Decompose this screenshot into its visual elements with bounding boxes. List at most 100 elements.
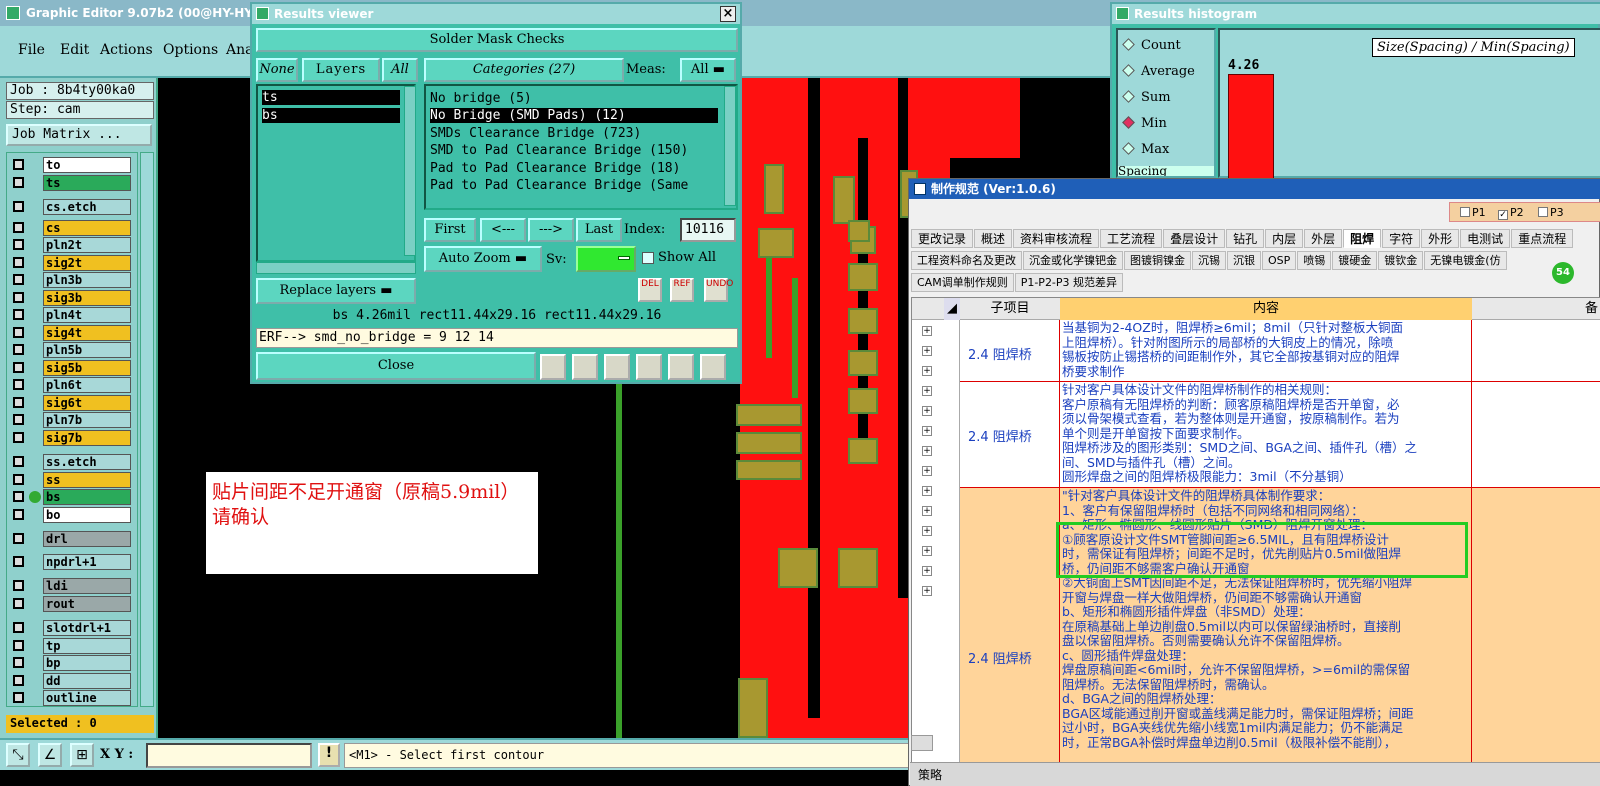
layer-checkbox[interactable] [13,597,24,609]
tab-overview[interactable]: 概述 [974,229,1013,248]
layer-name[interactable]: ldi [43,578,131,594]
layer-name[interactable]: ts [43,174,131,191]
layer-list-scrollbar[interactable] [140,152,154,707]
layer-checkbox[interactable] [13,274,24,285]
category-list[interactable]: No bridge (5) No Bridge (SMD Pads) (12) … [424,84,738,210]
layers-button[interactable]: Layers [302,58,380,82]
category-item[interactable]: No bridge (5) [430,91,532,106]
tab-cam-rules[interactable]: CAM调单制作规则 [911,273,1014,292]
expand-icon[interactable]: + [922,386,932,396]
tab-naming[interactable]: 工程资料命名及更改 [911,251,1022,270]
layer-name[interactable]: cs.etch [43,199,131,215]
menu-file[interactable]: File [18,42,45,58]
expand-icon[interactable]: + [922,526,932,536]
layer-checkbox[interactable] [13,309,24,320]
layer-name[interactable]: pln2t [43,237,131,253]
layer-checkbox[interactable] [13,201,24,212]
first-button[interactable]: First [424,218,476,242]
layer-row-ts[interactable]: ts [11,174,133,191]
expand-icon[interactable]: + [922,586,932,596]
layer-checkbox[interactable] [13,344,24,355]
layer-checkbox[interactable] [13,239,24,250]
replace-layers-dropdown[interactable]: Replace layers ▬ [256,278,416,304]
prev-button[interactable]: <--- [480,218,526,242]
layer-result-item[interactable]: bs [262,108,400,123]
layer-row-dd[interactable]: dd [11,672,133,689]
option-min[interactable]: Min [1122,116,1167,131]
report-icon[interactable] [572,354,598,380]
layer-checkbox[interactable] [13,396,24,408]
layer-checkbox[interactable] [13,414,24,425]
p3-checkbox[interactable]: P3 [1538,206,1564,219]
tab-process-flow[interactable]: 工艺流程 [1100,229,1163,248]
layer-checkbox[interactable] [13,431,24,443]
exclude-icon[interactable] [604,354,630,380]
tab-gold-alloy[interactable]: 镀钦金 [1378,251,1424,270]
layer-checkbox[interactable] [13,533,24,544]
show-all-checkbox[interactable] [642,252,654,264]
expand-icon[interactable]: + [922,546,932,556]
layer-name[interactable]: slotdrl+1 [43,620,131,636]
layer-row-drl[interactable]: drl [11,531,133,547]
layer-name[interactable]: pln3b [43,272,131,288]
layer-row-bp[interactable]: bp [11,655,133,671]
layer-name[interactable]: cs [43,219,131,236]
histogram-icon[interactable] [700,354,726,380]
expand-icon[interactable]: + [922,486,932,496]
layer-row-ss.etch[interactable]: ss.etch [11,454,133,470]
tab-nickel-free-gold[interactable]: 无镍电镀金(仿 [1424,251,1507,270]
layer-checkbox[interactable] [13,256,24,268]
layer-row-npdrl+1[interactable]: npdrl+1 [11,553,133,570]
layer-name[interactable]: ss.etch [43,454,131,470]
layer-name[interactable]: ss [43,471,131,488]
layer-name[interactable]: outline [43,690,131,706]
close-icon[interactable]: × [720,6,736,22]
layer-checkbox[interactable] [13,159,24,170]
layer-name[interactable]: drl [43,531,131,547]
grid-icon[interactable]: ⊞ [70,743,94,767]
tab-inner[interactable]: 内层 [1265,229,1304,248]
layer-row-bo[interactable]: bo [11,506,133,523]
tab-hasl[interactable]: 喷锡 [1297,251,1332,270]
layer-name[interactable]: to [43,157,131,173]
expand-icon[interactable]: + [922,466,932,476]
layer-name[interactable]: sig3b [43,289,131,306]
layer-name[interactable]: rout [43,595,131,612]
tab-immersion-silver[interactable]: 沉银 [1227,251,1261,270]
layer-name[interactable]: sig6t [43,394,131,411]
auto-zoom-dropdown[interactable]: Auto Zoom ▬ [424,246,542,272]
tab-stackup[interactable]: 叠层设计 [1163,229,1226,248]
menu-actions[interactable]: Actions [100,42,153,58]
layer-row-bs[interactable]: bs [11,489,133,505]
layer-row-sig2t[interactable]: sig2t [11,254,133,271]
tab-key-flow[interactable]: 重点流程 [1511,229,1574,248]
option-average[interactable]: Average [1122,64,1195,79]
tab-review-flow[interactable]: 资料审核流程 [1013,229,1100,248]
layer-row-pln5b[interactable]: pln5b [11,342,133,358]
layer-row-rout[interactable]: rout [11,595,133,612]
category-item-selected[interactable]: No Bridge (SMD Pads) (12) [430,108,718,123]
expand-icon[interactable]: + [922,506,932,516]
category-list-scrollbar[interactable] [724,86,736,206]
measure-icon[interactable]: ∠ [38,743,62,767]
expand-icon[interactable]: + [922,566,932,576]
layer-row-sig7b[interactable]: sig7b [11,429,133,446]
layer-checkbox[interactable] [13,692,24,703]
tab-solder-mask[interactable]: 阻焊 [1343,229,1382,248]
grid-scroll-arrow[interactable] [911,735,933,751]
sv-color-dropdown[interactable] [576,246,636,272]
layer-row-sig6t[interactable]: sig6t [11,394,133,411]
undo-icon[interactable]: UNDO [704,278,733,302]
layer-row-sig4t[interactable]: sig4t [11,324,133,341]
categories-button[interactable]: Categories (27) [424,58,624,82]
layer-row-pln2t[interactable]: pln2t [11,237,133,253]
layer-name[interactable]: pln7b [43,412,131,428]
layer-name[interactable]: bo [43,506,131,523]
category-item[interactable]: SMDs Clearance Bridge (723) [430,126,641,141]
layer-list-scrollbar[interactable] [404,86,416,256]
layer-result-item[interactable]: ts [262,90,400,105]
layer-name[interactable]: pln6t [43,377,131,393]
header-sub-item[interactable]: 子项目 [960,298,1060,320]
layer-checkbox[interactable] [13,674,24,686]
tab-outer[interactable]: 外层 [1304,229,1343,248]
